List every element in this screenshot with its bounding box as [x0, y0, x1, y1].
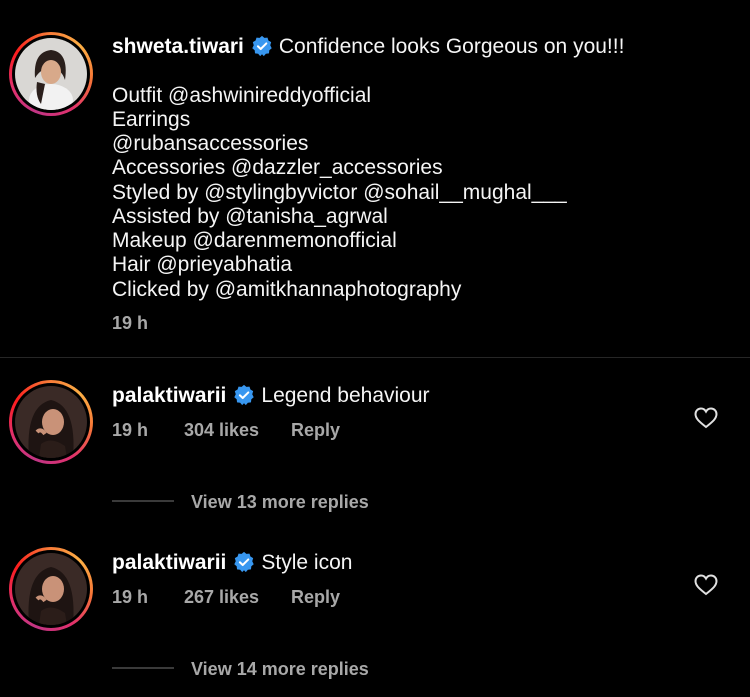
reply-button[interactable]: Reply	[291, 420, 340, 441]
replies-divider-line	[112, 667, 174, 669]
comment-header: palaktiwarii Legend behaviour	[112, 384, 430, 408]
reply-button[interactable]: Reply	[291, 587, 340, 608]
caption-first-line: Confidence looks Gorgeous on you!!!	[278, 35, 625, 58]
view-more-replies-button[interactable]: View 14 more replies	[191, 659, 369, 680]
replies-divider-line	[112, 500, 174, 502]
avatar-photo	[15, 553, 87, 625]
caption-author-avatar[interactable]	[9, 32, 93, 116]
comment-username[interactable]: palaktiwarii	[112, 551, 226, 574]
comments-screen: shweta.tiwari Confidence looks Gorgeous …	[0, 0, 750, 697]
avatar-photo	[15, 386, 87, 458]
avatar-photo	[15, 38, 87, 110]
view-more-replies-button[interactable]: View 13 more replies	[191, 492, 369, 513]
caption-divider	[0, 357, 750, 358]
comment-likes-count[interactable]: 267 likes	[184, 587, 259, 608]
caption-timestamp: 19 h	[112, 313, 149, 333]
verified-badge-icon	[252, 35, 272, 57]
caption-line: Hair @prieyabhatia	[112, 253, 293, 276]
comment-text: Style icon	[261, 551, 353, 574]
caption-line: Assisted by @tanisha_agrwal	[112, 205, 388, 228]
caption-line: @rubansaccessories	[112, 132, 309, 155]
verified-badge-icon	[234, 551, 255, 573]
comment-likes-count[interactable]: 304 likes	[184, 420, 259, 441]
caption-line: Accessories @dazzler_accessories	[112, 156, 443, 179]
caption-header: shweta.tiwari Confidence looks Gorgeous …	[112, 35, 624, 59]
caption-line: Makeup @darenmemonofficial	[112, 229, 397, 252]
comment-timestamp: 19 h	[112, 420, 149, 440]
verified-badge-icon	[234, 384, 255, 406]
caption-line: Styled by @stylingbyvictor @sohail__mugh…	[112, 181, 567, 204]
caption-username[interactable]: shweta.tiwari	[112, 35, 244, 58]
comment-header: palaktiwarii Style icon	[112, 551, 352, 575]
post-caption: shweta.tiwari Confidence looks Gorgeous …	[0, 0, 750, 357]
comment-username[interactable]: palaktiwarii	[112, 384, 226, 407]
comment-author-avatar[interactable]	[9, 547, 93, 631]
caption-line: Earrings	[112, 108, 191, 131]
caption-line: Outfit @ashwinireddyofficial	[112, 84, 372, 107]
heart-icon[interactable]	[694, 407, 718, 429]
heart-icon[interactable]	[694, 574, 718, 596]
comment-text: Legend behaviour	[261, 384, 430, 407]
comment-timestamp: 19 h	[112, 587, 149, 607]
comment-author-avatar[interactable]	[9, 380, 93, 464]
caption-line: Clicked by @amitkhannaphotography	[112, 278, 462, 301]
